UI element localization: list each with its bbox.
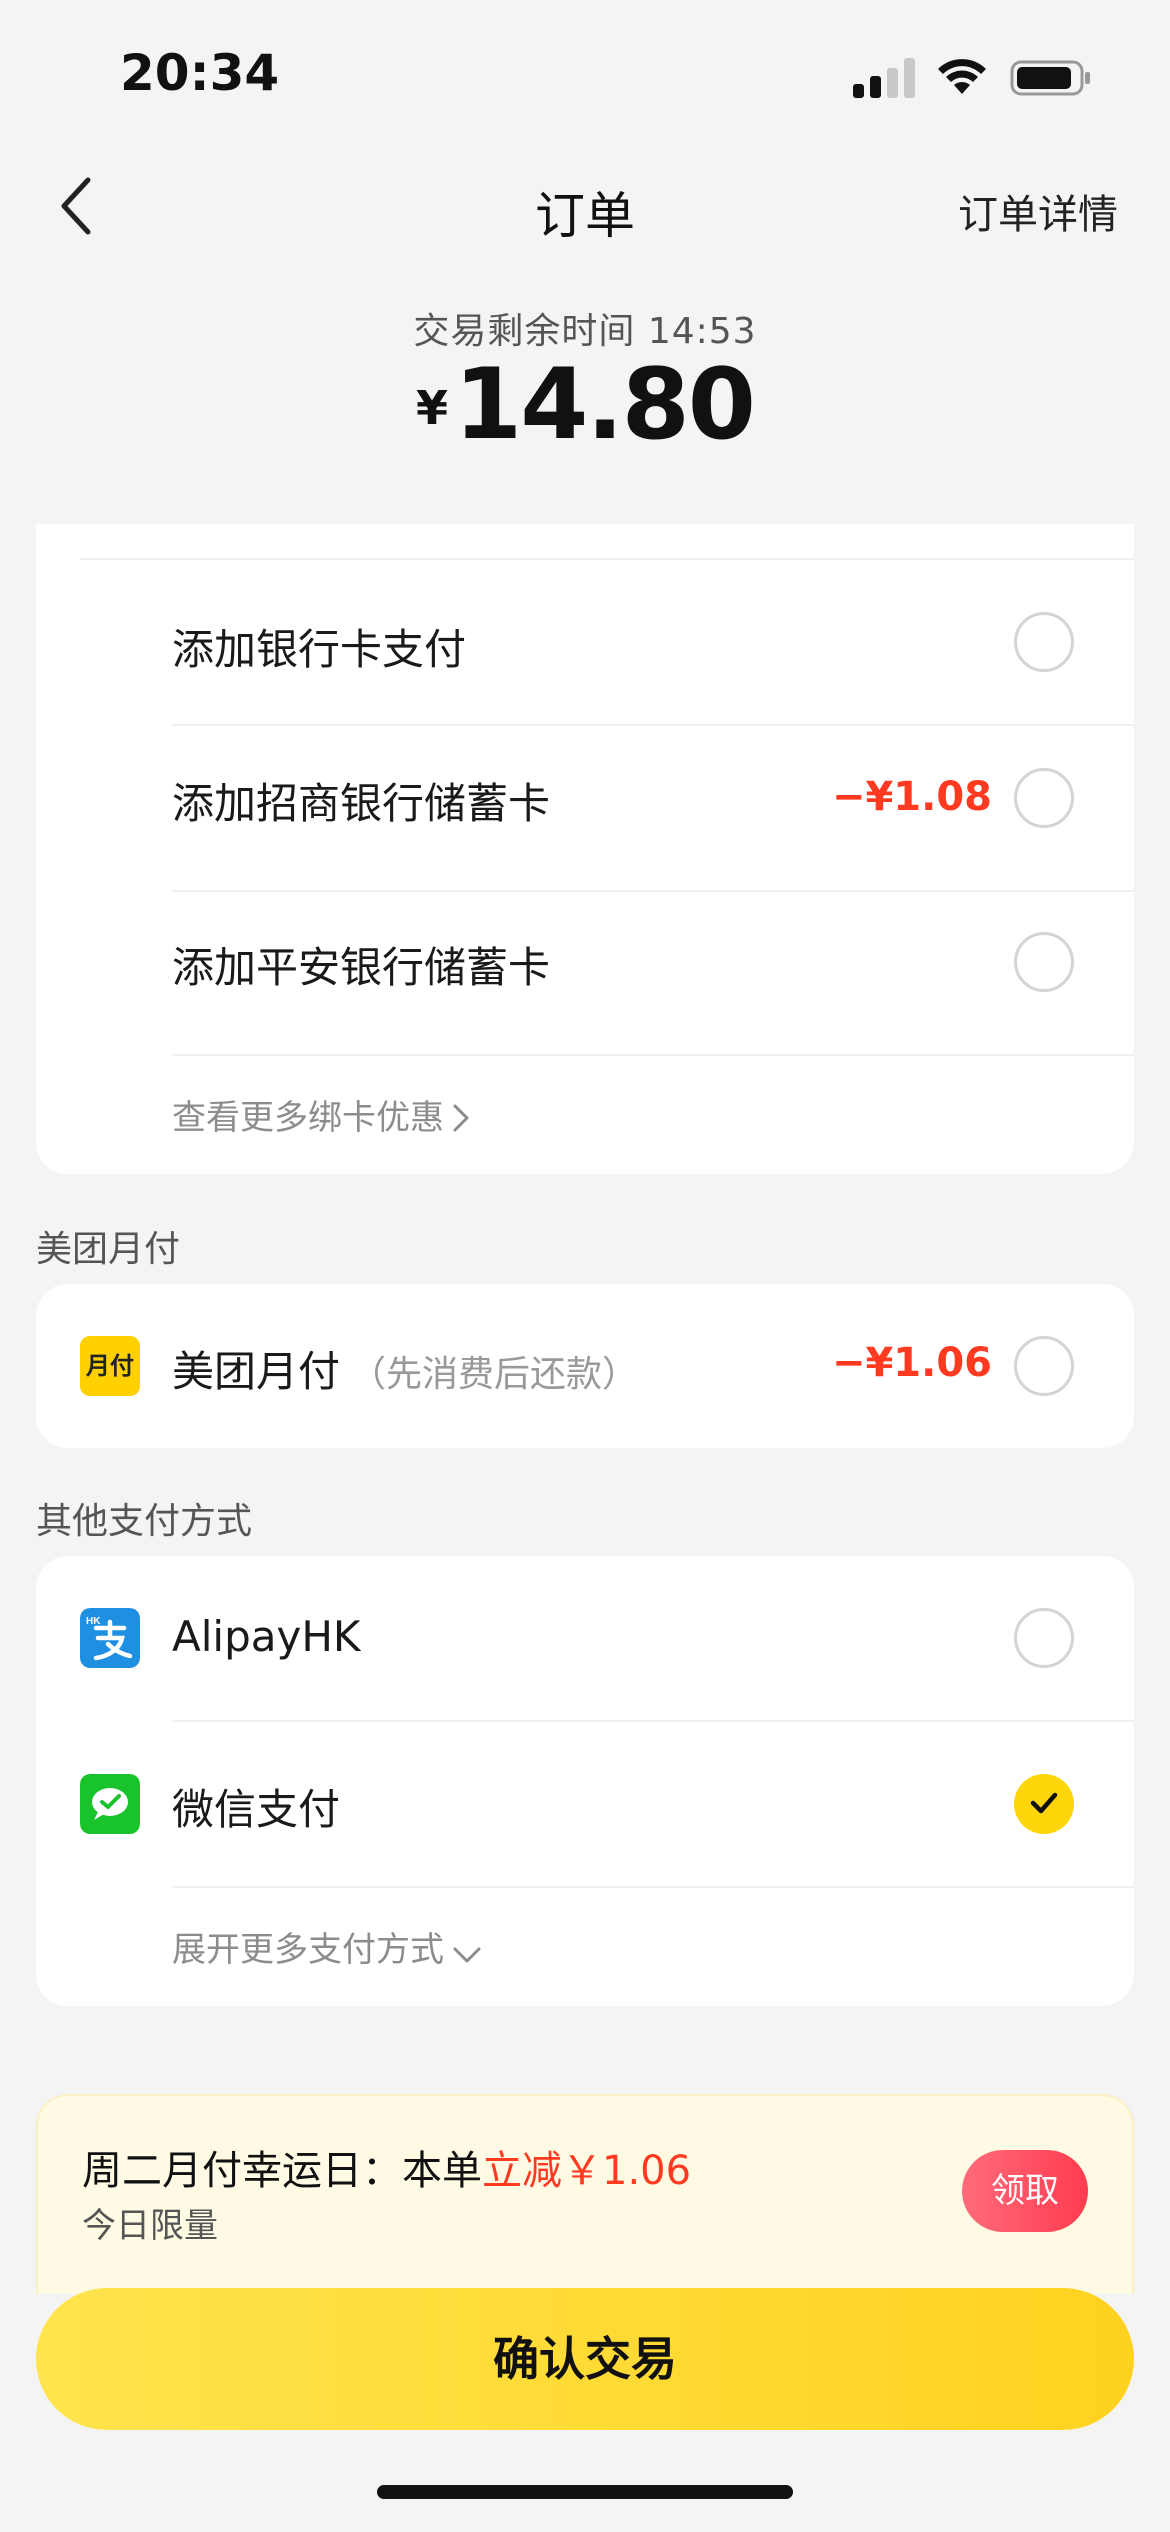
alipayhk-row[interactable]: HK AlipayHK bbox=[36, 1556, 1134, 1720]
divider bbox=[172, 1054, 1134, 1056]
radio-button-checked[interactable] bbox=[1014, 1774, 1074, 1834]
svg-text:HK: HK bbox=[86, 1616, 101, 1627]
wechat-pay-icon bbox=[80, 1774, 140, 1834]
bank-card-options: 添加银行卡支付 添加招商银行储蓄卡 −¥1.08 添加平安银行储蓄卡 查看更多绑… bbox=[36, 524, 1134, 1174]
row-label: AlipayHK bbox=[172, 1612, 361, 1661]
cellular-signal-icon bbox=[853, 56, 917, 98]
promo-banner: 周二月付幸运日：本单立减￥1.06 今日限量 领取 bbox=[36, 2094, 1134, 2294]
order-amount: ¥14.80 bbox=[0, 348, 1170, 462]
section-title-monthly-pay: 美团月付 bbox=[36, 1229, 181, 1270]
radio-button[interactable] bbox=[1014, 1608, 1074, 1668]
currency-symbol: ¥ bbox=[416, 381, 449, 435]
status-bar: 20:34 bbox=[0, 0, 1170, 150]
confirm-transaction-button[interactable]: 确认交易 bbox=[36, 2288, 1134, 2430]
payment-page: 20:34 订单 订单详情 交易剩余时间 14:53 ¥14.80 添加银行卡支… bbox=[0, 0, 1170, 2532]
add-pingan-debit-card-row[interactable]: 添加平安银行储蓄卡 bbox=[36, 892, 1134, 1056]
monthly-pay-icon: 月付 bbox=[80, 1336, 140, 1396]
more-link-label: 查看更多绑卡优惠 bbox=[172, 1098, 444, 1138]
order-detail-link[interactable]: 订单详情 bbox=[958, 182, 1118, 240]
more-card-offers-link[interactable]: 查看更多绑卡优惠 bbox=[172, 1090, 470, 1139]
checkmark-icon bbox=[1030, 1792, 1058, 1814]
discount-amount: −¥1.06 bbox=[831, 1340, 992, 1386]
wifi-icon bbox=[938, 59, 986, 94]
divider bbox=[172, 1886, 1134, 1888]
row-label: 添加银行卡支付 bbox=[172, 625, 467, 674]
radio-button[interactable] bbox=[1014, 932, 1074, 992]
other-methods-card: HK AlipayHK 微信支付 展开更多支付方式 bbox=[36, 1556, 1134, 2006]
more-link-label: 展开更多支付方式 bbox=[172, 1930, 444, 1970]
radio-button[interactable] bbox=[1014, 612, 1074, 672]
battery-icon bbox=[1010, 60, 1090, 96]
promo-text: 周二月付幸运日：本单立减￥1.06 bbox=[82, 2138, 691, 2196]
promo-prefix: 周二月付幸运日：本单 bbox=[82, 2148, 482, 2194]
row-label: 添加平安银行储蓄卡 bbox=[172, 943, 551, 992]
monthly-pay-sub: （先消费后还款） bbox=[350, 1354, 639, 1395]
status-time: 20:34 bbox=[120, 44, 280, 102]
radio-button[interactable] bbox=[1014, 1336, 1074, 1396]
remaining-time: 交易剩余时间 14:53 bbox=[413, 311, 757, 352]
amount-value: 14.80 bbox=[454, 348, 756, 462]
add-bank-card-row[interactable]: 添加银行卡支付 bbox=[36, 560, 1134, 724]
monthly-pay-row[interactable]: 月付 美团月付 （先消费后还款） −¥1.06 bbox=[36, 1284, 1134, 1448]
row-label: 添加招商银行储蓄卡 bbox=[172, 779, 551, 828]
monthly-pay-label: 美团月付 bbox=[172, 1347, 341, 1396]
home-indicator bbox=[377, 2485, 793, 2499]
add-cmb-debit-card-row[interactable]: 添加招商银行储蓄卡 −¥1.08 bbox=[36, 726, 1134, 890]
claim-button[interactable]: 领取 bbox=[962, 2150, 1088, 2232]
discount-amount: −¥1.08 bbox=[831, 774, 992, 820]
alipayhk-icon: HK bbox=[80, 1608, 140, 1668]
monthly-pay-card: 月付 美团月付 （先消费后还款） −¥1.06 bbox=[36, 1284, 1134, 1448]
row-label: 微信支付 bbox=[172, 1785, 341, 1834]
chevron-right-icon bbox=[453, 1104, 469, 1132]
promo-sub: 今日限量 bbox=[82, 2206, 218, 2246]
expand-more-methods-link[interactable]: 展开更多支付方式 bbox=[172, 1922, 482, 1971]
wechat-pay-row[interactable]: 微信支付 bbox=[36, 1722, 1134, 1886]
chevron-down-icon bbox=[453, 1947, 481, 1963]
section-title-other-methods: 其他支付方式 bbox=[36, 1501, 253, 1542]
row-label: 美团月付 （先消费后还款） bbox=[172, 1338, 638, 1399]
radio-button[interactable] bbox=[1014, 768, 1074, 828]
promo-highlight: 立减￥1.06 bbox=[482, 2148, 692, 2194]
